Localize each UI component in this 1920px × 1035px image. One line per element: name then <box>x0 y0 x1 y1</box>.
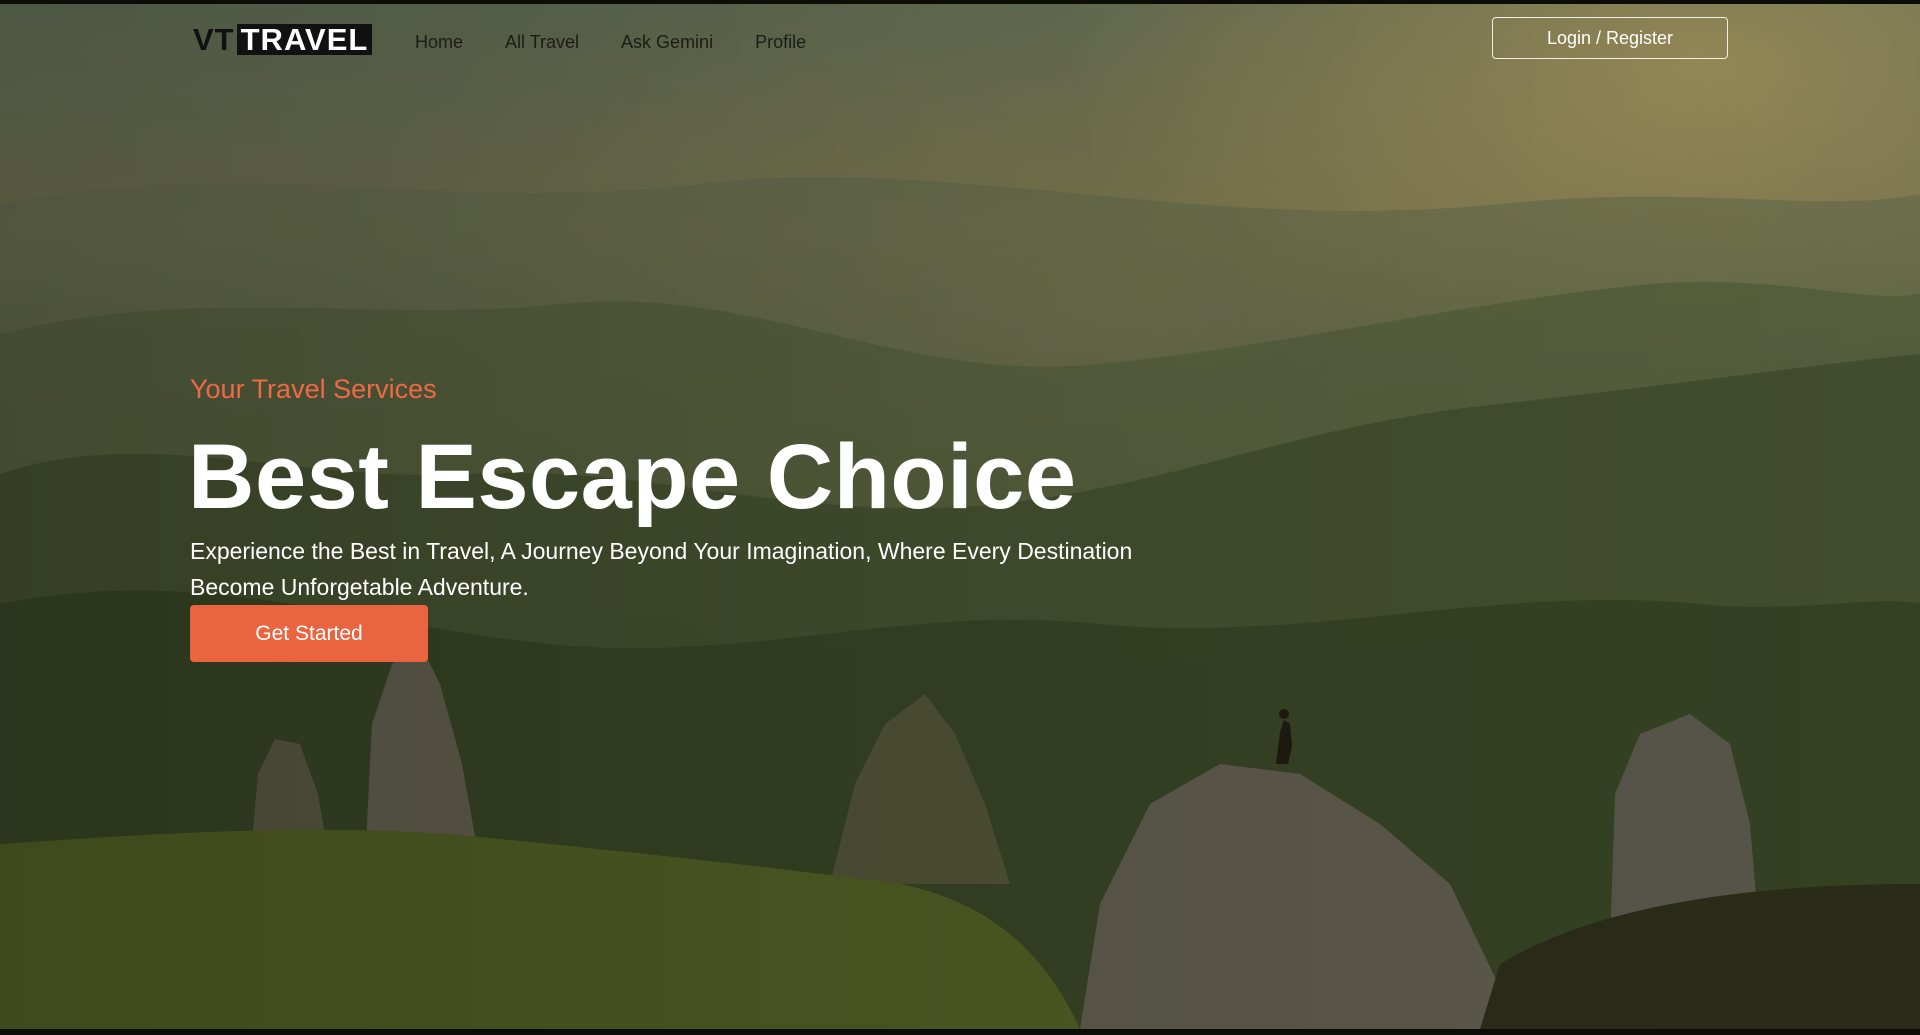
top-navbar: VT TRAVEL Home All Travel Ask Gemini Pro… <box>0 4 1920 76</box>
brand-logo[interactable]: VT TRAVEL <box>193 21 373 57</box>
login-register-button[interactable]: Login / Register <box>1492 17 1728 59</box>
nav-link-profile[interactable]: Profile <box>755 32 806 53</box>
nav-link-all-travel[interactable]: All Travel <box>505 32 579 53</box>
nav-link-home[interactable]: Home <box>415 32 463 53</box>
get-started-button[interactable]: Get Started <box>190 605 428 662</box>
hero-eyebrow: Your Travel Services <box>190 374 437 404</box>
hero-headline: Best Escape Choice <box>188 426 1077 528</box>
logo-text-travel: TRAVEL <box>236 24 373 55</box>
logo-text-vt: VT <box>193 21 235 57</box>
hero-subtitle: Experience the Best in Travel, A Journey… <box>190 538 1133 600</box>
nav-link-ask-gemini[interactable]: Ask Gemini <box>621 32 713 53</box>
nav-links: Home All Travel Ask Gemini Profile <box>415 32 848 53</box>
